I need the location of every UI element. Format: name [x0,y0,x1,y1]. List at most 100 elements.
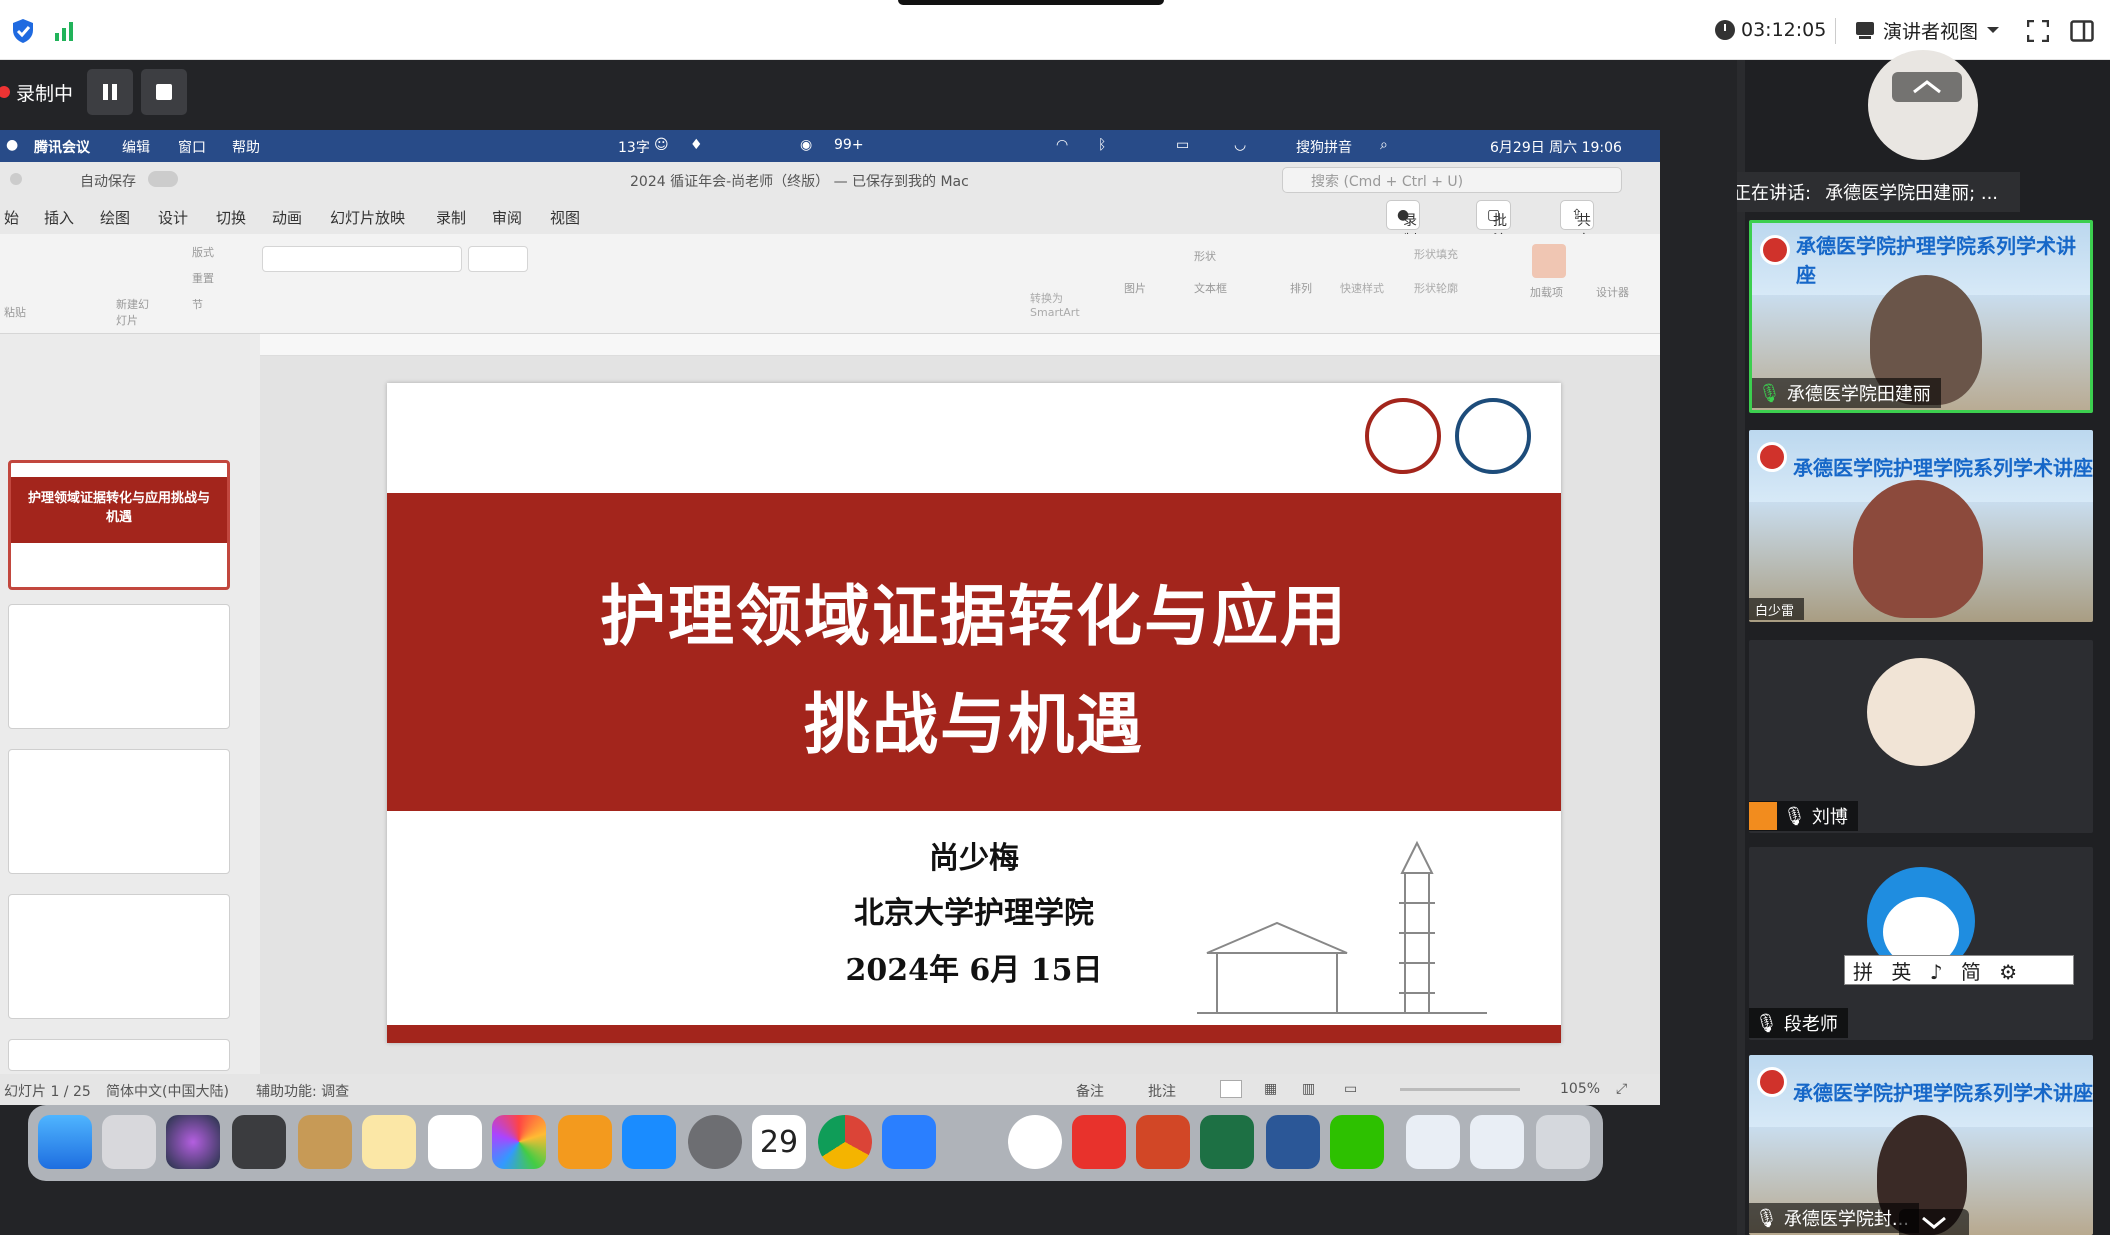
comments-status-button[interactable]: 批注 [1148,1081,1176,1101]
headphones-icon[interactable]: ◠ [1056,137,1068,153]
notes-button[interactable]: 备注 [1076,1081,1104,1101]
ribbon-picture-label[interactable]: 图片 [1124,280,1146,296]
reading-view-icon[interactable]: ▥ [1302,1081,1315,1097]
tab-draw[interactable]: 绘图 [100,207,130,228]
tab-view[interactable]: 视图 [550,207,580,228]
accessibility-status[interactable]: 辅助功能: 调查 [256,1081,349,1101]
books-icon[interactable] [558,1115,612,1169]
tab-insert[interactable]: 插入 [44,207,74,228]
microphone-icon[interactable]: ♦ [690,137,703,153]
bluetooth-icon[interactable]: ᛒ [1098,137,1106,153]
wechat-icon[interactable]: ◉ [800,137,812,153]
launchpad-icon[interactable] [102,1115,156,1169]
finder-icon[interactable] [38,1115,92,1169]
tab-home[interactable]: 始 [4,207,19,228]
system-settings-icon[interactable] [688,1115,742,1169]
ribbon-new-slide-label[interactable]: 新建幻灯片 [116,296,156,328]
calendar-icon[interactable]: 29 [752,1115,806,1169]
tab-slideshow[interactable]: 幻灯片放映 [330,207,405,228]
screen-share-handle[interactable] [898,0,1164,5]
ribbon-textbox-label[interactable]: 文本框 [1194,280,1227,296]
menu-app-name[interactable]: 腾讯会议 [34,137,90,157]
youdao-dictionary-icon[interactable] [1072,1115,1126,1169]
document-stack-icon[interactable] [1406,1115,1460,1169]
slide-thumbnail-4[interactable] [8,894,230,1019]
tencent-meeting-icon[interactable] [882,1115,936,1169]
ime-toolbar-overlay[interactable]: 拼 英 ♪ 简 ⚙ [1844,955,2074,985]
ribbon-quick-styles-label[interactable]: 快速样式 [1340,280,1384,296]
participant-tile-3[interactable]: 🎙 刘博 [1749,640,2093,833]
chrome-icon[interactable] [818,1115,872,1169]
share-button[interactable]: ⇪ 共享 [1560,200,1594,249]
ribbon-paste-label[interactable]: 粘贴 [4,304,26,320]
ribbon-layout-label[interactable]: 版式 [192,244,214,260]
participant-tile-2[interactable]: 承德医学院护理学院系列学术讲座 白少雷 [1749,430,2093,622]
excel-icon[interactable] [1200,1115,1254,1169]
trash-icon[interactable] [1536,1115,1590,1169]
ribbon-arrange-label[interactable]: 排列 [1290,280,1312,296]
tab-design[interactable]: 设计 [158,207,188,228]
app-store-icon[interactable] [622,1115,676,1169]
tab-animations[interactable]: 动画 [272,207,302,228]
stop-recording-button[interactable] [141,69,188,115]
scroll-down-button[interactable] [1899,1209,1969,1235]
battery-icon[interactable]: ▭ [1176,137,1189,153]
security-shield-icon[interactable] [12,18,34,48]
screenshot-icon[interactable] [232,1115,286,1169]
notes-icon[interactable] [362,1115,416,1169]
font-size-field[interactable] [468,246,528,272]
photos-icon[interactable] [492,1115,546,1169]
word-icon[interactable] [1266,1115,1320,1169]
slide-thumbnail-5[interactable] [8,1039,230,1071]
ribbon-designer-label[interactable]: 设计器 [1596,284,1629,300]
collapse-panel-button[interactable] [1892,72,1962,102]
search-input[interactable]: 搜索 (Cmd + Ctrl + U) [1282,167,1622,193]
record-button[interactable]: ● 录制 [1386,200,1421,249]
ribbon-addins-label[interactable]: 加载项 [1530,284,1563,300]
apple-icon[interactable]: ● [6,137,18,153]
slide-thumbnail-3[interactable] [8,749,230,874]
comments-button[interactable]: ▢ 批注 [1476,200,1512,249]
panel-resize-handle[interactable] [1737,60,1745,1235]
spotlight-search-icon[interactable]: ⌕ [1380,137,1388,153]
zoom-slider[interactable] [1400,1088,1520,1091]
participant-tile-1[interactable]: 承德医学院护理学院系列学术讲座 🎙 承德医学院田建丽 [1749,220,2093,413]
vrs-icon[interactable] [1008,1115,1062,1169]
addins-icon[interactable] [1532,244,1566,278]
layout-toggle-icon[interactable] [2070,20,2094,46]
font-name-field[interactable] [262,246,462,272]
screenshots-stack-icon[interactable] [1470,1115,1524,1169]
emoji-icon[interactable]: ☺ [654,137,669,153]
autosave-toggle[interactable] [148,171,178,187]
wechat-dock-icon[interactable] [1330,1115,1384,1169]
siri-icon[interactable] [166,1115,220,1169]
normal-view-icon[interactable] [1220,1080,1242,1098]
view-mode-dropdown[interactable]: 演讲者视图 [1855,14,2000,46]
wifi-icon[interactable]: ◡ [1234,137,1246,153]
contacts-icon[interactable] [298,1115,352,1169]
window-close-button[interactable] [10,173,22,185]
menu-item-help[interactable]: 帮助 [232,137,260,157]
participant-tile-5[interactable]: 承德医学院护理学院系列学术讲座 🎙 承德医学院封... [1749,1055,2093,1235]
ribbon-shapes-label[interactable]: 形状 [1194,248,1216,264]
slide-thumbnail-1[interactable]: 护理领域证据转化与应用挑战与机遇 [8,460,230,590]
menu-item-edit[interactable]: 编辑 [122,137,150,157]
ribbon-reset-label[interactable]: 重置 [192,270,214,286]
freeform-icon[interactable] [428,1115,482,1169]
slide-sorter-icon[interactable]: ▦ [1264,1081,1277,1097]
tab-record[interactable]: 录制 [436,207,466,228]
network-signal-icon[interactable] [54,20,76,46]
fit-window-icon[interactable]: ⤢ [1616,1081,1627,1097]
current-slide[interactable]: 护理领域证据转化与应用 挑战与机遇 尚少梅 北京大学护理学院 2024年 6月 … [387,383,1561,1043]
ribbon-shape-outline-label[interactable]: 形状轮廓 [1414,280,1458,296]
tab-review[interactable]: 审阅 [492,207,522,228]
powerpoint-icon[interactable] [1136,1115,1190,1169]
ribbon-section-label[interactable]: 节 [192,296,203,312]
tab-transitions[interactable]: 切换 [216,207,246,228]
slideshow-view-icon[interactable]: ▭ [1344,1081,1357,1097]
language-status[interactable]: 简体中文(中国大陆) [106,1081,229,1101]
participant-tile-4[interactable]: 拼 英 ♪ 简 ⚙ 🎙 段老师 [1749,847,2093,1040]
pause-recording-button[interactable] [87,69,134,115]
fullscreen-icon[interactable] [2026,19,2050,46]
ribbon-smartart-label[interactable]: 转换为SmartArt [1030,290,1090,319]
